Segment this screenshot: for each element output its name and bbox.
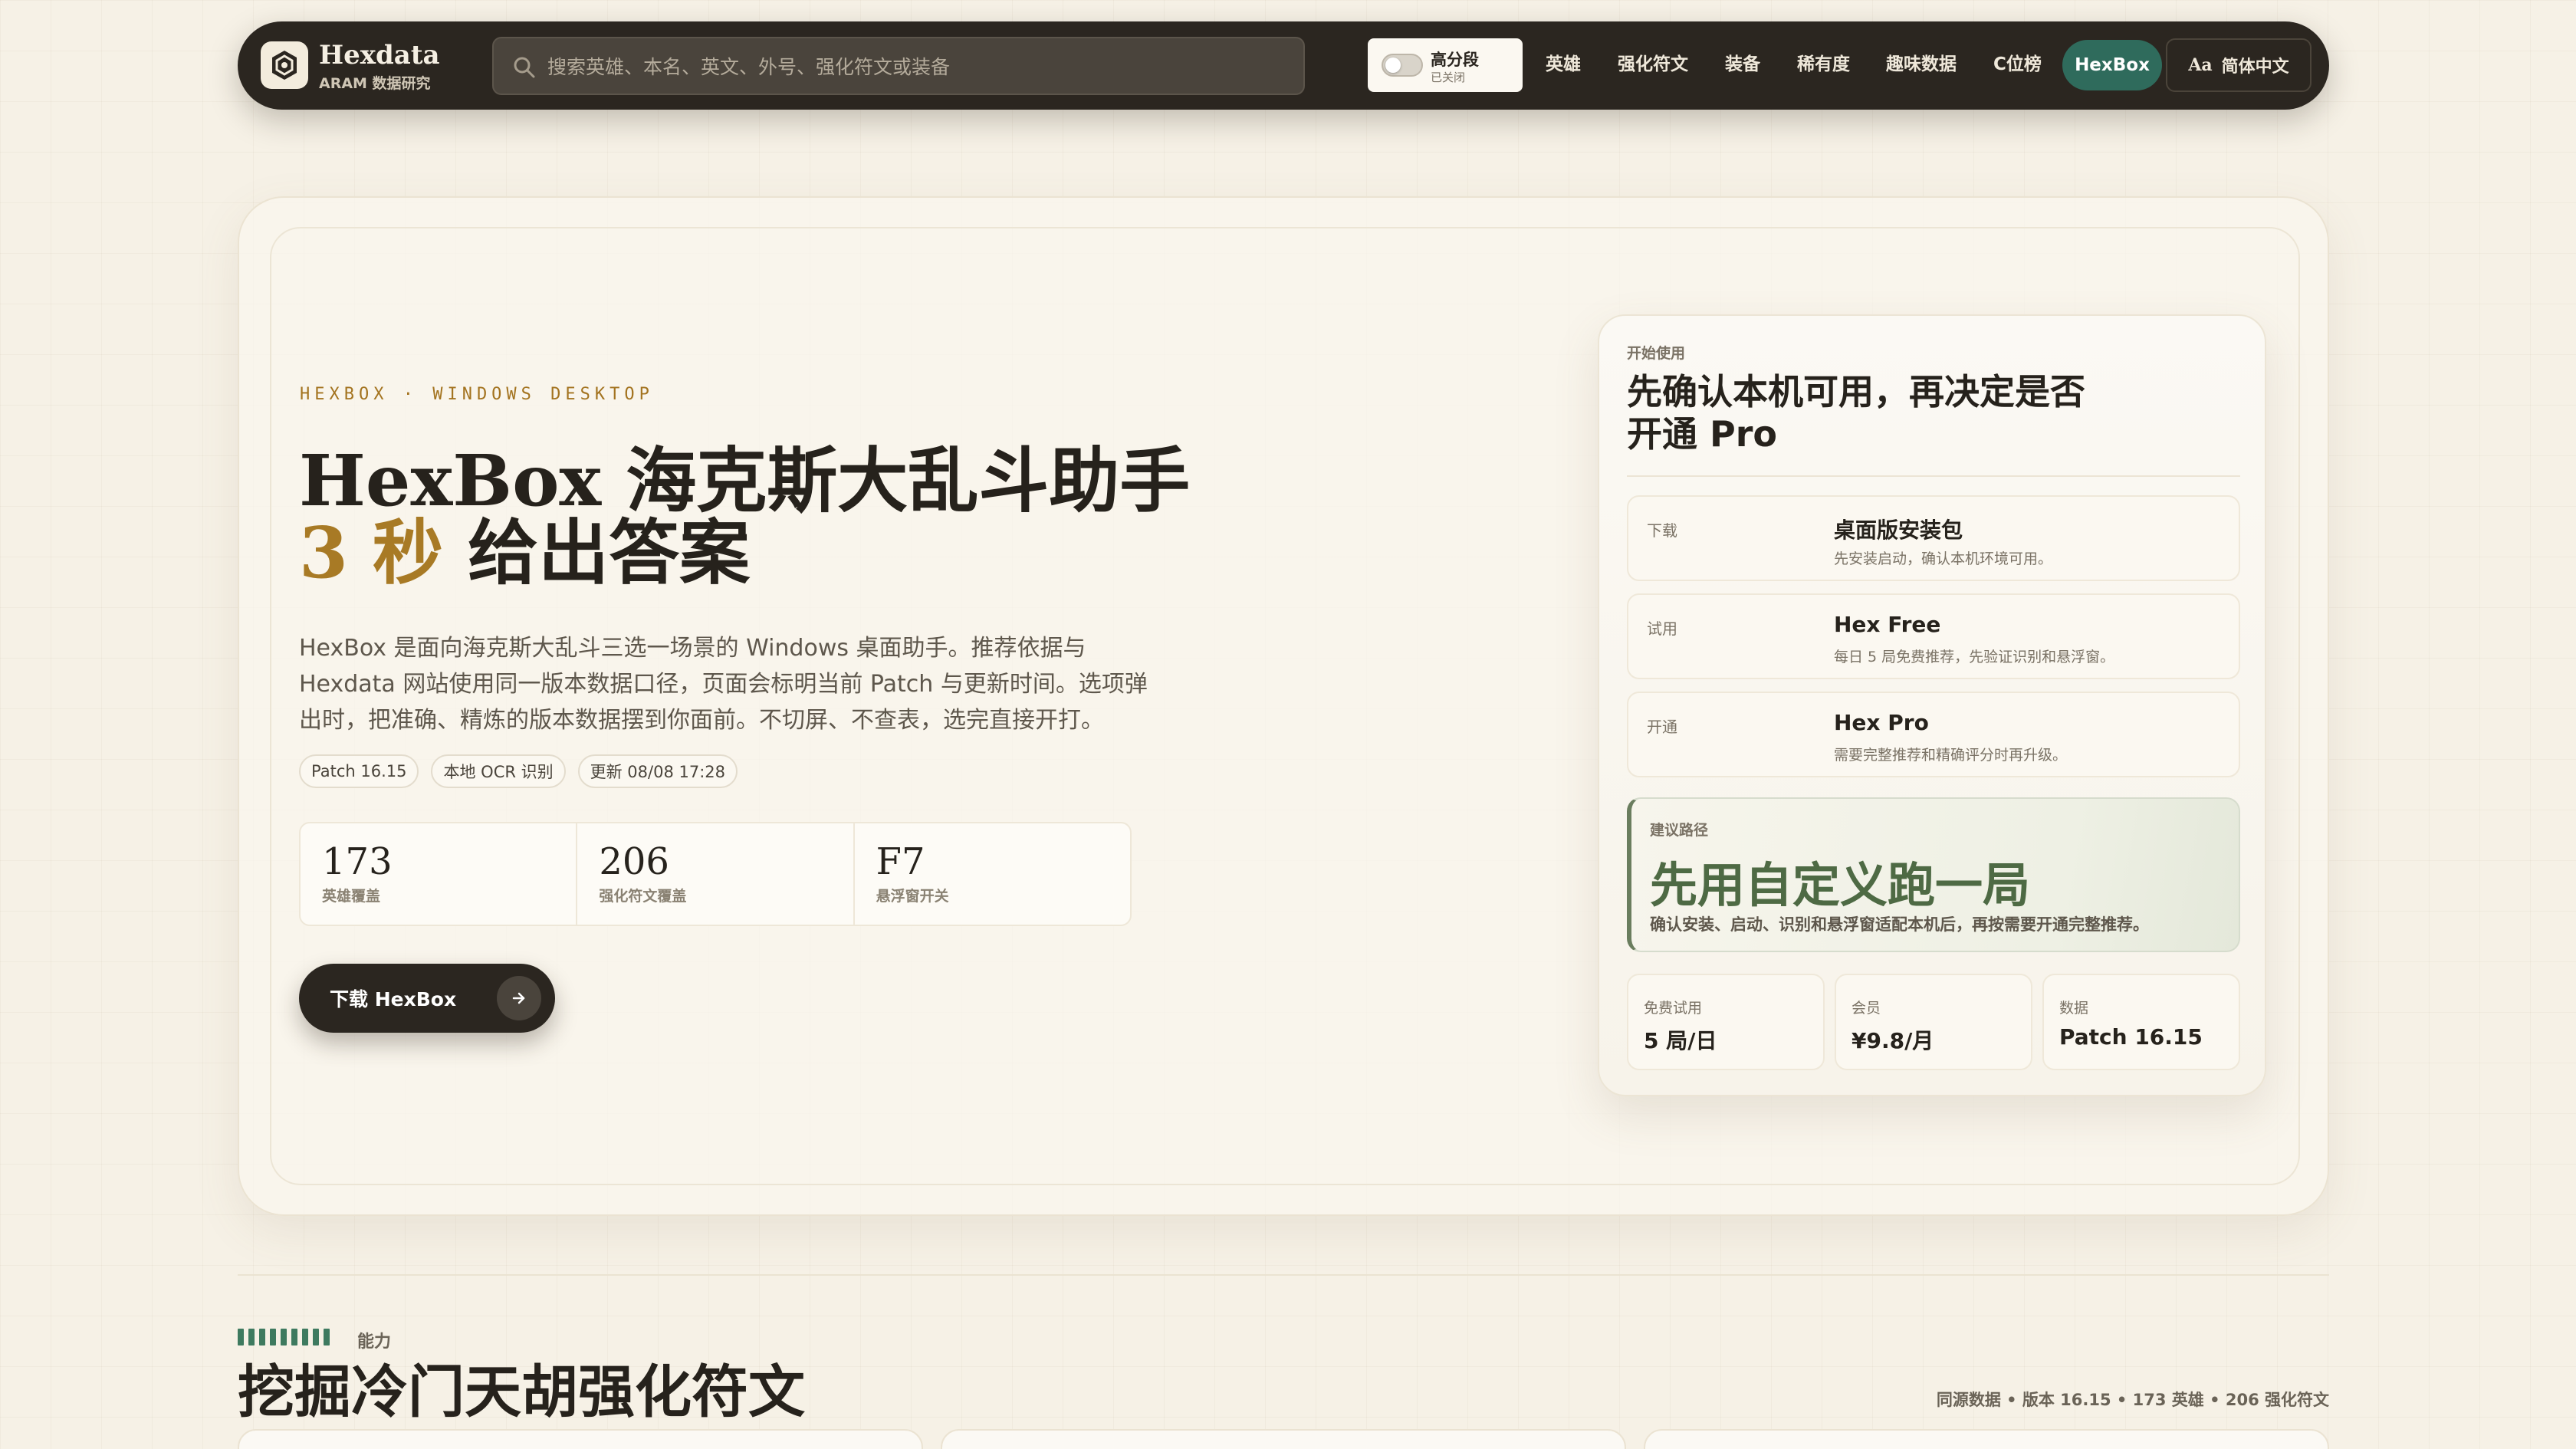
stat-value: 206 <box>599 840 669 883</box>
step-key: 试用 <box>1647 619 1677 638</box>
hero-eyebrow: HEXBOX · WINDOWS DESKTOP <box>300 385 654 404</box>
toggle-state: 已关闭 <box>1431 71 1466 84</box>
hero-title-line1: HexBox 海克斯大乱斗助手 <box>299 439 1191 522</box>
step-trial[interactable]: 试用 Hex Free 每日 5 局免费推荐，先验证识别和悬浮窗。 <box>1627 593 2240 679</box>
step-title: Hex Free <box>1834 612 1941 637</box>
info-data-patch: 数据 Patch 16.15 <box>2042 974 2240 1070</box>
info-key: 数据 <box>2059 1000 2089 1017</box>
top-navbar: Hexdata ARAM 数据研究 搜索英雄、本名、英文、外号、强化符文或装备 … <box>238 21 2329 110</box>
hero-title: HexBox 海克斯大乱斗助手 3 秒 给出答案 <box>299 445 1190 589</box>
step-title: Hex Pro <box>1834 710 1929 735</box>
path-kicker: 建议路径 <box>1650 822 1709 839</box>
path-desc: 确认安装、启动、识别和悬浮窗适配本机后，再按需要开通完整推荐。 <box>1650 915 2149 934</box>
info-value: ¥9.8/月 <box>1852 1028 1934 1053</box>
stat-champions: 173 英雄覆盖 <box>301 823 578 925</box>
info-key: 会员 <box>1852 1000 1881 1017</box>
step-title: 桌面版安装包 <box>1834 518 1963 543</box>
info-value: Patch 16.15 <box>2059 1024 2203 1050</box>
language-icon: Aa <box>2188 55 2213 75</box>
step-download[interactable]: 下载 桌面版安装包 先安装启动，确认本机环境可用。 <box>1627 495 2240 581</box>
download-button-label: 下载 HexBox <box>330 988 457 1010</box>
ocr-chip: 本地 OCR 识别 <box>431 754 566 788</box>
section-divider <box>238 1274 2329 1276</box>
step-key: 开通 <box>1647 718 1677 736</box>
nav-link-items[interactable]: 装备 <box>1725 49 1760 75</box>
step-upgrade[interactable]: 开通 Hex Pro 需要完整推荐和精确评分时再升级。 <box>1627 692 2240 777</box>
patch-chip: Patch 16.15 <box>299 754 419 788</box>
step-key: 下载 <box>1647 521 1677 540</box>
updated-chip: 更新 08/08 17:28 <box>577 754 738 788</box>
search-icon <box>514 57 535 78</box>
stat-value: F7 <box>876 840 925 883</box>
feature-card[interactable] <box>1644 1429 2329 1449</box>
info-key: 免费试用 <box>1644 1000 1703 1017</box>
download-hexbox-button[interactable]: 下载 HexBox <box>299 964 555 1033</box>
nav-link-carry-ranking[interactable]: C位榜 <box>1993 49 2042 75</box>
hero-title-rest: 给出答案 <box>443 511 751 594</box>
stat-augments: 206 强化符文覆盖 <box>577 823 855 925</box>
brand-name[interactable]: Hexdata <box>319 40 440 71</box>
nav-link-champions[interactable]: 英雄 <box>1546 49 1581 75</box>
brand-subtitle: ARAM 数据研究 <box>319 75 431 92</box>
section-bars-icon <box>238 1329 330 1346</box>
stat-value: 173 <box>322 840 393 883</box>
search-placeholder: 搜索英雄、本名、英文、外号、强化符文或装备 <box>547 56 951 78</box>
hero-meta-chips: Patch 16.15 本地 OCR 识别 更新 08/08 17:28 <box>299 754 738 788</box>
nav-link-rarity[interactable]: 稀有度 <box>1797 49 1850 75</box>
card-title: 先确认本机可用，再决定是否开通 Pro <box>1627 371 2085 455</box>
search-input[interactable]: 搜索英雄、本名、英文、外号、强化符文或装备 <box>492 37 1305 95</box>
section-title: 挖掘冷门天胡强化符文 <box>238 1359 805 1425</box>
arrow-right-icon <box>497 976 541 1020</box>
step-desc: 先安装启动，确认本机环境可用。 <box>1834 550 2053 567</box>
language-switcher[interactable]: Aa 简体中文 <box>2166 38 2312 92</box>
hero-title-line2: 3 秒 给出答案 <box>299 517 1190 589</box>
language-label: 简体中文 <box>2221 58 2289 77</box>
stat-hotkey: F7 悬浮窗开关 <box>855 823 1130 925</box>
hero-description: HexBox 是面向海克斯大乱斗三选一场景的 Windows 桌面助手。推荐依据… <box>299 635 1148 734</box>
divider <box>1627 475 2240 477</box>
info-free-trial: 免费试用 5 局/日 <box>1627 974 1825 1070</box>
hex-logo-icon[interactable] <box>261 41 308 89</box>
high-elo-toggle[interactable]: 高分段 已关闭 <box>1368 38 1523 92</box>
feature-card[interactable] <box>941 1429 1626 1449</box>
stat-label: 悬浮窗开关 <box>876 888 949 905</box>
info-membership: 会员 ¥9.8/月 <box>1835 974 2032 1070</box>
nav-link-augments[interactable]: 强化符文 <box>1618 49 1688 75</box>
toggle-label: 高分段 <box>1431 51 1479 69</box>
card-kicker: 开始使用 <box>1627 345 1686 362</box>
nav-link-hexbox[interactable]: HexBox <box>2062 40 2162 90</box>
getting-started-card: 开始使用 先确认本机可用，再决定是否开通 Pro 下载 桌面版安装包 先安装启动… <box>1598 314 2266 1096</box>
hero-title-accent: 3 秒 <box>299 511 444 594</box>
path-title: 先用自定义跑一局 <box>1650 857 2031 913</box>
section-meta: 同源数据 • 版本 16.15 • 173 英雄 • 206 强化符文 <box>1936 1391 2329 1409</box>
nav-link-fun-stats[interactable]: 趣味数据 <box>1886 49 1957 75</box>
stat-label: 英雄覆盖 <box>322 888 381 905</box>
stat-label: 强化符文覆盖 <box>599 888 687 905</box>
hero-stats: 173 英雄覆盖 206 强化符文覆盖 F7 悬浮窗开关 <box>299 822 1132 926</box>
step-desc: 每日 5 局免费推荐，先验证识别和悬浮窗。 <box>1834 649 2115 665</box>
feature-card[interactable] <box>238 1429 923 1449</box>
toggle-switch[interactable] <box>1382 54 1423 77</box>
suggested-path-panel: 建议路径 先用自定义跑一局 确认安装、启动、识别和悬浮窗适配本机后，再按需要开通… <box>1627 797 2240 952</box>
info-value: 5 局/日 <box>1644 1028 1717 1053</box>
step-desc: 需要完整推荐和精确评分时再升级。 <box>1834 747 2068 764</box>
